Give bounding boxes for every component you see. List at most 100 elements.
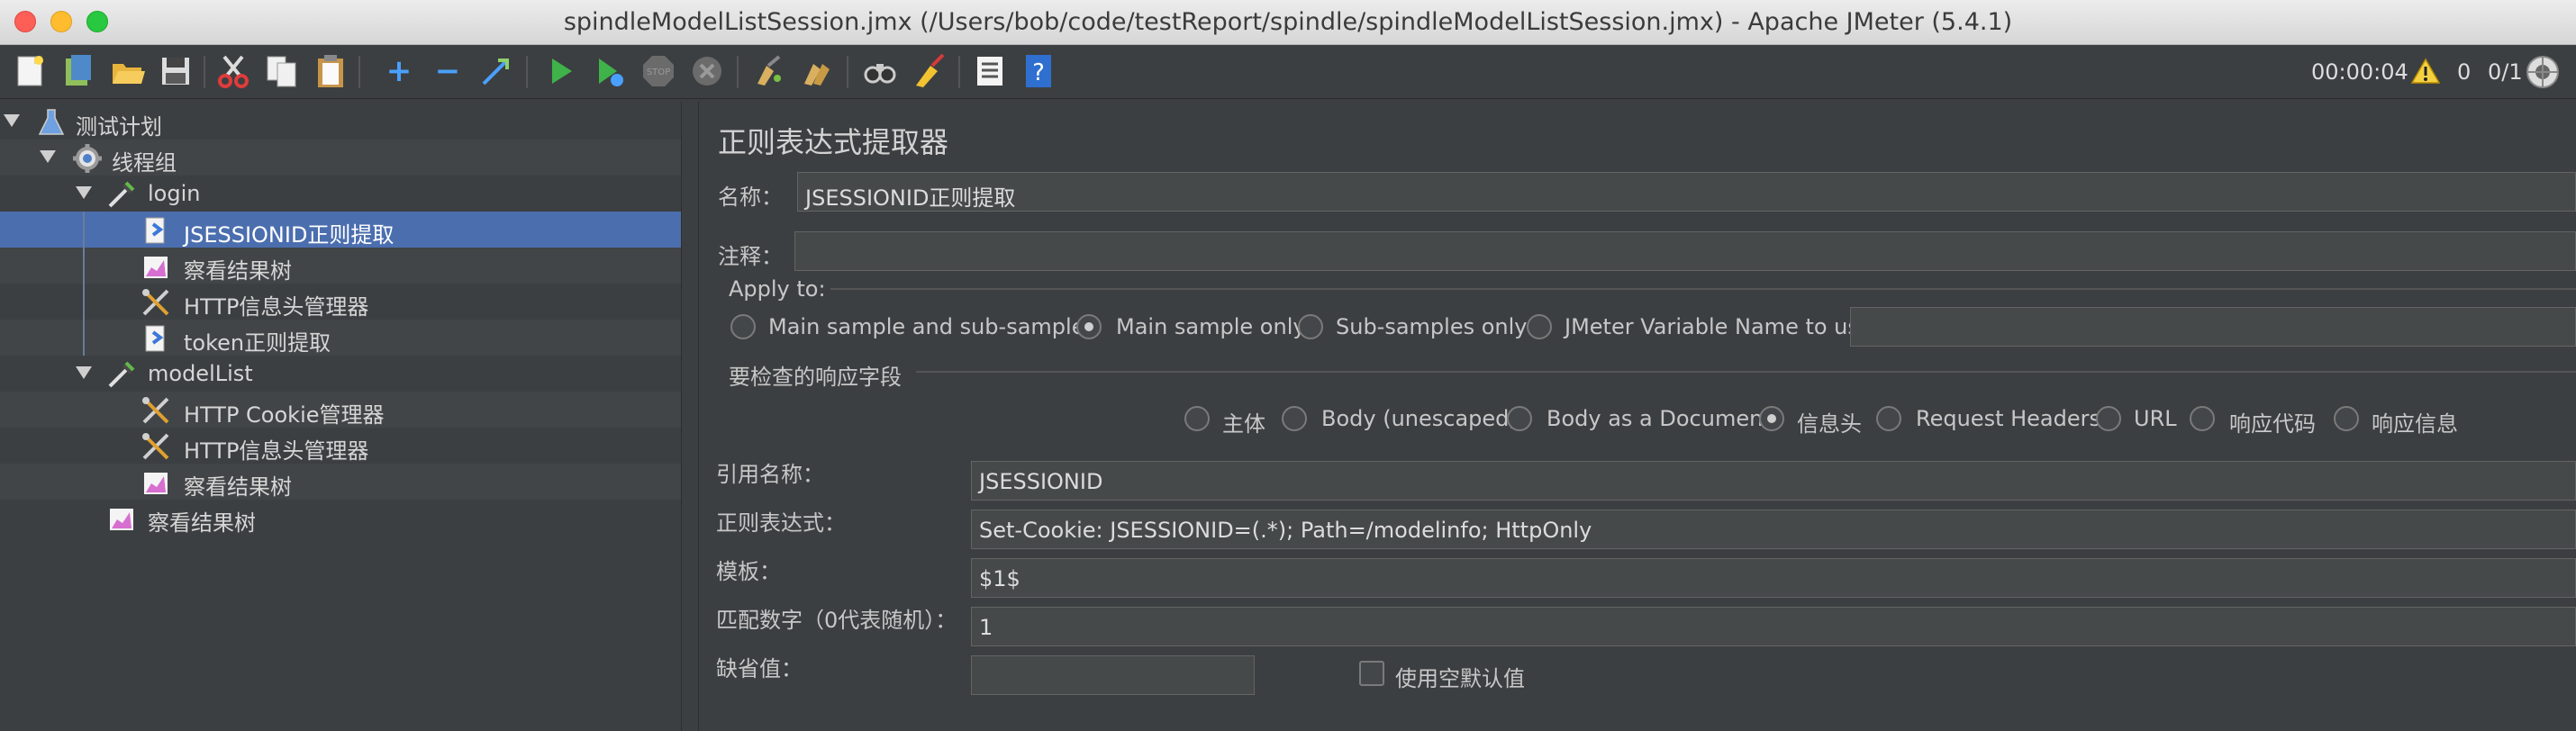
template-input[interactable]: $1$	[971, 558, 2576, 598]
tree-guide-line	[83, 212, 85, 356]
error-count: 0	[2457, 59, 2472, 85]
title-bar: spindleModelListSession.jmx (/Users/bob/…	[0, 0, 2576, 45]
check-body-unescaped-label: Body (unescaped)	[1321, 406, 1518, 431]
clear-icon[interactable]	[749, 52, 787, 90]
check-response-code-radio[interactable]	[2190, 406, 2215, 431]
tree-item-thread-group[interactable]: 线程组	[0, 140, 681, 176]
flask-icon	[36, 107, 67, 138]
tree-item-view-results-tree[interactable]: 察看结果树	[0, 248, 681, 284]
cut-icon[interactable]	[214, 52, 252, 90]
search-icon[interactable]	[861, 52, 899, 90]
clear-all-icon[interactable]	[798, 52, 836, 90]
regex-extractor-icon	[141, 215, 171, 246]
wrench-icon	[141, 431, 171, 462]
wrench-icon	[141, 287, 171, 318]
svg-text:?: ?	[1032, 59, 1045, 86]
name-input[interactable]: JSESSIONID正则提取	[797, 172, 2576, 212]
ref-name-label: 引用名称：	[716, 462, 824, 487]
save-icon[interactable]	[157, 52, 195, 90]
active-threads-count: 0/1	[2488, 59, 2523, 85]
shutdown-icon[interactable]	[688, 52, 726, 90]
default-value-label: 缺省值：	[716, 656, 803, 681]
gear-icon	[72, 143, 103, 174]
tree-item-login-sampler[interactable]: login	[0, 176, 681, 212]
panel-title: 正则表达式提取器	[718, 125, 949, 159]
pipette-icon	[106, 179, 137, 210]
tree-item-token-extractor[interactable]: token正则提取	[0, 320, 681, 356]
check-url-label: URL	[2134, 406, 2177, 431]
new-icon[interactable]	[11, 52, 49, 90]
tree-item-view-results-tree-2[interactable]: 察看结果树	[0, 464, 681, 500]
apply-main-and-sub-radio[interactable]	[730, 314, 756, 339]
test-plan-tree: 测试计划 线程组 login JSESSIONID正则提取 察看结果树 HTTP	[0, 102, 681, 731]
regex-extractor-icon	[141, 323, 171, 354]
field-to-check-label: 要检查的响应字段	[729, 365, 902, 390]
check-url-radio[interactable]	[2096, 406, 2121, 431]
copy-icon[interactable]	[263, 52, 301, 90]
elapsed-timer: 00:00:04	[2311, 59, 2408, 85]
expand-icon[interactable]: +	[380, 52, 418, 90]
stop-icon[interactable]: STOP	[639, 52, 677, 90]
paste-icon[interactable]	[312, 52, 349, 90]
name-label: 名称：	[718, 185, 783, 210]
start-no-pause-icon[interactable]	[591, 52, 629, 90]
templates-icon[interactable]	[59, 52, 97, 90]
apply-variable-label: JMeter Variable Name to use	[1565, 314, 1873, 339]
apply-main-and-sub-label: Main sample and sub-samples	[768, 314, 1096, 339]
warning-icon[interactable]	[2410, 58, 2441, 85]
ref-name-input[interactable]: JSESSIONID	[971, 461, 2576, 501]
tree-item-cookie-manager[interactable]: HTTP Cookie管理器	[0, 392, 681, 428]
check-body-radio[interactable]	[1184, 406, 1210, 431]
match-no-label: 匹配数字（0代表随机）：	[716, 608, 957, 633]
tree-item-header-manager-2[interactable]: HTTP信息头管理器	[0, 428, 681, 464]
check-request-headers-radio[interactable]	[1876, 406, 1901, 431]
comment-label: 注释：	[718, 244, 783, 269]
use-empty-default-checkbox[interactable]	[1359, 661, 1384, 686]
check-response-message-label: 响应信息	[2372, 411, 2458, 437]
check-body-label: 主体	[1222, 411, 1265, 437]
apply-main-only-label: Main sample only	[1116, 314, 1306, 339]
check-headers-radio[interactable]	[1759, 406, 1784, 431]
check-body-document-label: Body as a Document	[1547, 406, 1772, 431]
pipette-icon	[106, 359, 137, 390]
split-pane-divider[interactable]	[681, 102, 699, 731]
tree-item-modellist-sampler[interactable]: modelList	[0, 356, 681, 392]
default-value-input[interactable]	[971, 655, 1255, 695]
chart-listener-icon	[106, 503, 137, 534]
apply-sub-only-radio[interactable]	[1298, 314, 1323, 339]
apply-to-label: Apply to:	[729, 276, 826, 302]
wrench-icon	[141, 395, 171, 426]
variable-name-input[interactable]	[1850, 307, 2576, 347]
tree-item-header-manager[interactable]: HTTP信息头管理器	[0, 284, 681, 320]
check-response-message-radio[interactable]	[2334, 406, 2359, 431]
check-request-headers-label: Request Headers	[1916, 406, 2101, 431]
svg-text:STOP: STOP	[647, 68, 670, 77]
start-icon[interactable]	[542, 52, 580, 90]
open-icon[interactable]	[108, 52, 146, 90]
reset-search-icon[interactable]	[910, 52, 948, 90]
check-body-unescaped-radio[interactable]	[1282, 406, 1307, 431]
tree-item-test-plan[interactable]: 测试计划	[0, 104, 681, 140]
apply-variable-radio[interactable]	[1527, 314, 1552, 339]
check-response-code-label: 响应代码	[2229, 411, 2316, 437]
template-label: 模板：	[716, 559, 781, 584]
tree-item-jsessionid-extractor[interactable]: JSESSIONID正则提取	[0, 212, 681, 248]
apply-main-only-radio[interactable]	[1076, 314, 1102, 339]
check-body-document-radio[interactable]	[1507, 406, 1532, 431]
toolbar: + − STOP ? 00:00:04 0 0/1	[0, 45, 2576, 99]
window-title: spindleModelListSession.jmx (/Users/bob/…	[563, 8, 2013, 36]
check-headers-label: 信息头	[1797, 411, 1862, 437]
help-icon[interactable]: ?	[1020, 52, 1057, 90]
chart-listener-icon	[141, 467, 171, 498]
remote-engines-icon[interactable]	[2525, 54, 2561, 90]
collapse-icon[interactable]: −	[429, 52, 467, 90]
toggle-icon[interactable]	[477, 52, 515, 90]
chart-listener-icon	[141, 251, 171, 282]
tree-item-view-results-tree-3[interactable]: 察看结果树	[0, 500, 681, 536]
regex-input[interactable]: Set-Cookie: JSESSIONID=(.*); Path=/model…	[971, 510, 2576, 549]
match-no-input[interactable]: 1	[971, 607, 2576, 646]
comment-input[interactable]	[794, 231, 2576, 271]
regex-extractor-panel: 正则表达式提取器 名称： JSESSIONID正则提取 注释： Apply to…	[700, 102, 2576, 731]
function-helper-icon[interactable]	[971, 52, 1009, 90]
regex-label: 正则表达式：	[716, 510, 846, 536]
